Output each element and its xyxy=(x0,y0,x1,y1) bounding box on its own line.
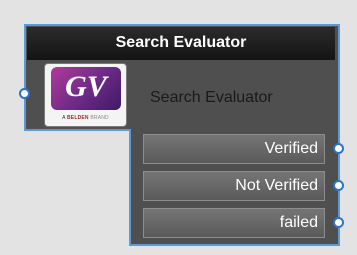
input-port[interactable] xyxy=(19,88,30,99)
node-label: Search Evaluator xyxy=(150,89,273,106)
logo-tagline: A BELDEN BRAND xyxy=(44,112,127,124)
logo-tagline-brand: BELDEN xyxy=(66,115,89,121)
node-title: Search Evaluator xyxy=(115,34,247,51)
gv-logo-mark: GV xyxy=(65,70,107,103)
logo-tagline-suffix: BRAND xyxy=(90,115,109,121)
workflow-canvas: Search Evaluator GV A BELDEN BRAND Searc… xyxy=(0,0,357,255)
output-failed[interactable]: failed xyxy=(143,208,325,238)
logo-tagline-prefix: A xyxy=(62,115,66,121)
output-port-failed[interactable] xyxy=(333,217,344,228)
output-verified[interactable]: Verified xyxy=(143,134,325,164)
output-port-not-verified[interactable] xyxy=(333,180,344,191)
output-not-verified[interactable]: Not Verified xyxy=(143,171,325,201)
output-port-verified[interactable] xyxy=(333,143,344,154)
